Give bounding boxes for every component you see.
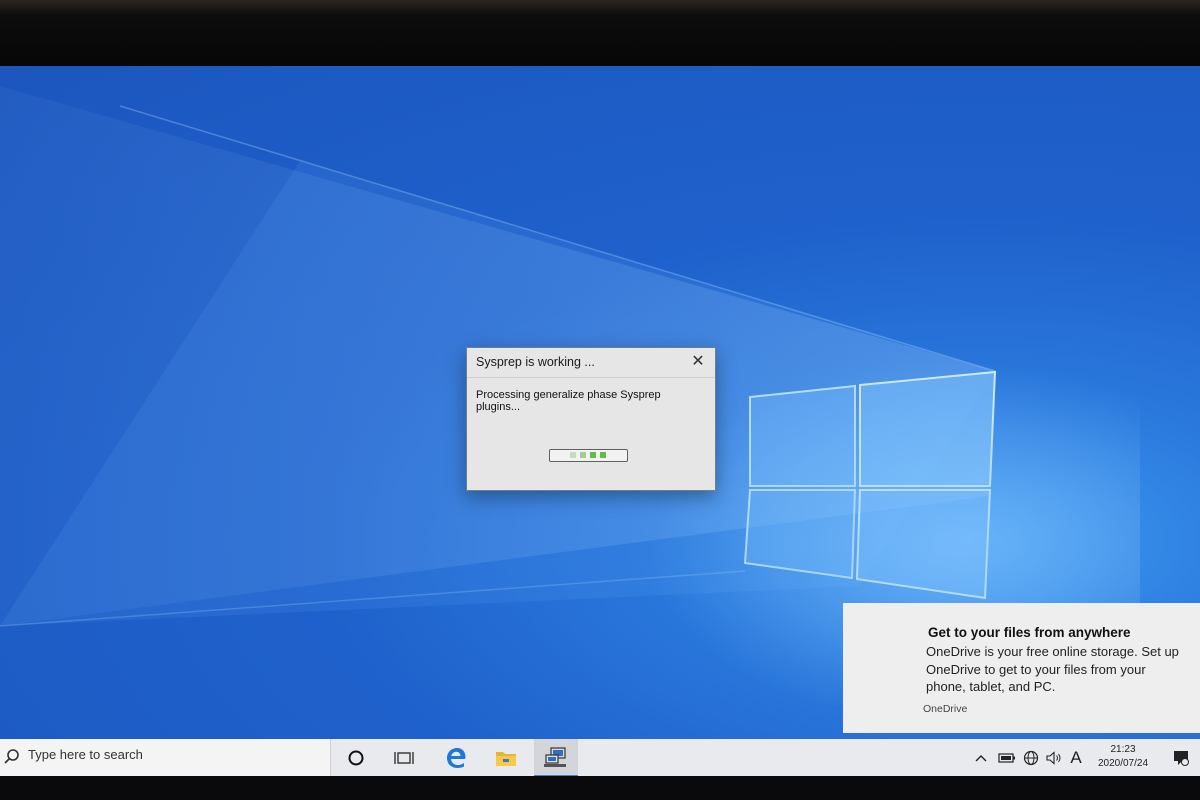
file-explorer-button[interactable] [484,739,528,777]
progress-segment [570,452,576,458]
volume-button[interactable] [1044,749,1064,767]
notification-icon [1174,751,1189,766]
input-language-indicator[interactable]: A [1066,748,1086,767]
sysprep-app-icon [544,747,566,767]
notification-title: Get to your files from anywhere [928,625,1131,640]
file-explorer-icon [496,752,516,766]
dialog-divider [467,377,715,378]
battery-icon [998,753,1015,763]
progress-segment [590,452,596,458]
cortana-icon [348,750,364,766]
battery-button[interactable] [996,749,1018,767]
chevron-up-icon [975,755,987,762]
search-icon [4,749,19,764]
progress-segment [600,452,606,458]
clock-time: 21:23 [1110,744,1136,755]
clock-date: 2020/07/24 [1097,758,1149,769]
search-box[interactable]: Type here to search [0,739,331,777]
dialog-title: Sysprep is working ... [476,355,595,369]
globe-network-icon [1023,750,1039,766]
progress-bar [549,449,628,462]
sysprep-dialog: Sysprep is working ... ✕ Processing gene… [466,347,716,491]
task-view-icon [394,752,414,764]
show-hidden-icons-button[interactable] [972,749,990,767]
dialog-message: Processing generalize phase Sysprep plug… [476,389,661,413]
clock[interactable]: 21:23 2020/07/24 [1090,743,1156,771]
network-button[interactable] [1020,749,1042,767]
sysprep-taskbar-button[interactable] [534,739,578,777]
search-placeholder: Type here to search [28,747,143,762]
progress-segment [580,452,586,458]
speaker-icon [1046,751,1061,765]
monitor-bezel-bottom [0,776,1200,800]
close-icon[interactable]: ✕ [689,353,707,371]
edge-icon [447,748,466,768]
action-center-button[interactable] [1170,749,1192,767]
edge-button[interactable] [434,739,478,777]
taskbar: Type here to search A 21:23 2020/07/24 [0,739,1200,777]
notification-source: OneDrive [923,703,968,715]
task-view-button[interactable] [382,739,426,777]
cortana-button[interactable] [334,739,378,777]
notification-body: OneDrive is your free online storage. Se… [926,644,1179,694]
onedrive-notification[interactable]: Get to your files from anywhere OneDrive… [843,603,1200,733]
